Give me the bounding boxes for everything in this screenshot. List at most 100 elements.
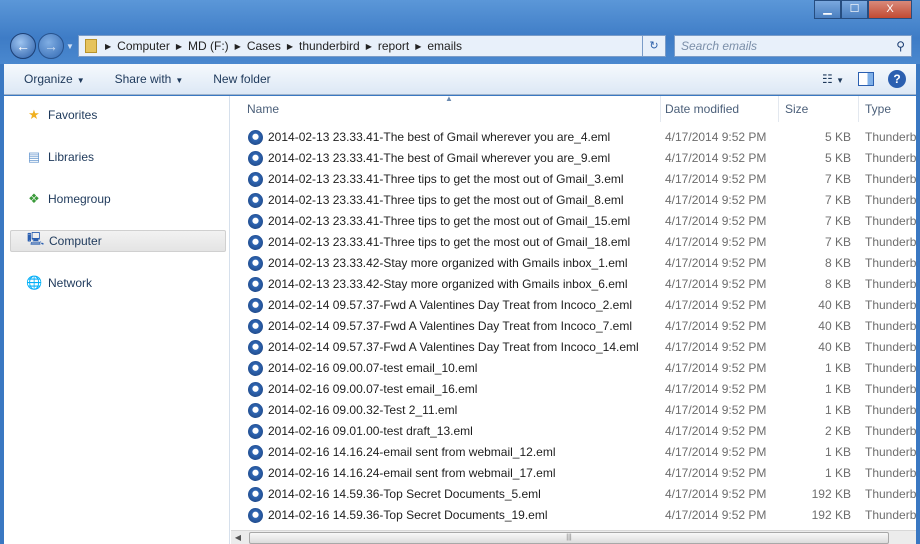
- breadcrumb-item[interactable]: Cases: [247, 39, 281, 53]
- help-icon[interactable]: ?: [888, 70, 906, 88]
- search-input[interactable]: Search emails ⚲: [674, 35, 912, 57]
- file-row[interactable]: 2014-02-13 23.33.42-Stay more organized …: [231, 253, 916, 274]
- organize-button[interactable]: Organize ▼: [24, 72, 85, 86]
- file-date-modified: 4/17/2014 9:52 PM: [665, 466, 767, 480]
- file-date-modified: 4/17/2014 9:52 PM: [665, 214, 767, 228]
- scrollbar-thumb[interactable]: |||: [249, 532, 889, 544]
- file-row[interactable]: 2014-02-13 23.33.41-Three tips to get th…: [231, 211, 916, 232]
- file-row[interactable]: 2014-02-13 23.33.41-Three tips to get th…: [231, 169, 916, 190]
- breadcrumb-item[interactable]: emails: [427, 39, 462, 53]
- file-list: ▲ Name Date modified Size Type 2014-02-1…: [231, 96, 916, 544]
- sidebar-item-libraries[interactable]: ▤ Libraries: [10, 146, 226, 168]
- file-type: Thunderbird: [865, 508, 916, 522]
- file-row[interactable]: 2014-02-16 09.00.07-test email_16.eml 4/1…: [231, 379, 916, 400]
- file-row[interactable]: 2014-02-13 23.33.41-The best of Gmail wh…: [231, 148, 916, 169]
- refresh-button[interactable]: ↻: [642, 35, 666, 57]
- file-name: 2014-02-13 23.33.41-The best of Gmail wh…: [268, 130, 611, 144]
- sidebar-item-label: Network: [48, 276, 93, 290]
- column-header-name[interactable]: Name: [241, 96, 661, 122]
- file-type: Thunderbird: [865, 319, 916, 333]
- breadcrumb-item[interactable]: Computer: [117, 39, 170, 53]
- column-headers: ▲ Name Date modified Size Type: [231, 96, 916, 122]
- file-date-modified: 4/17/2014 9:52 PM: [665, 277, 767, 291]
- breadcrumb-item[interactable]: MD (F:): [188, 39, 229, 53]
- file-row[interactable]: 2014-02-14 09.57.37-Fwd A Valentines Day…: [231, 337, 916, 358]
- share-with-button[interactable]: Share with ▼: [115, 72, 184, 86]
- file-row[interactable]: 2014-02-16 14.16.24-email sent from webm…: [231, 442, 916, 463]
- file-row[interactable]: 2014-02-13 23.33.42-Stay more organized …: [231, 274, 916, 295]
- sidebar-item-favorites[interactable]: ★ Favorites: [10, 104, 226, 126]
- breadcrumb-separator[interactable]: ▶: [235, 42, 241, 51]
- breadcrumb-item[interactable]: report: [378, 39, 409, 53]
- sidebar-item-homegroup[interactable]: ❖ Homegroup: [10, 188, 226, 210]
- breadcrumb-separator[interactable]: ▶: [366, 42, 372, 51]
- file-size: 40 KB: [818, 298, 851, 312]
- file-name: 2014-02-16 09.01.00-test draft_13.eml: [268, 424, 473, 438]
- file-name: 2014-02-13 23.33.41-The best of Gmail wh…: [268, 151, 611, 165]
- back-button[interactable]: ←: [10, 33, 36, 59]
- file-name: 2014-02-16 14.16.24-email sent from webm…: [268, 445, 556, 459]
- breadcrumb-separator[interactable]: ▶: [415, 42, 421, 51]
- file-name: 2014-02-16 14.16.24-email sent from webm…: [268, 466, 556, 480]
- breadcrumb-item[interactable]: thunderbird: [299, 39, 360, 53]
- horizontal-scrollbar[interactable]: ◀ |||: [231, 530, 916, 544]
- file-row[interactable]: 2014-02-16 09.00.07-test email_10.eml 4/1…: [231, 358, 916, 379]
- computer-icon: 🖳: [27, 231, 45, 246]
- file-size: 1 KB: [824, 382, 851, 396]
- thunderbird-file-icon: [248, 151, 263, 166]
- view-options-icon[interactable]: ☷ ▼: [822, 72, 844, 86]
- sidebar-item-network[interactable]: 🌐 Network: [10, 272, 226, 294]
- file-size: 1 KB: [824, 403, 851, 417]
- close-button[interactable]: X: [868, 0, 912, 19]
- file-date-modified: 4/17/2014 9:52 PM: [665, 151, 767, 165]
- column-header-type[interactable]: Type: [859, 96, 916, 122]
- breadcrumb-separator[interactable]: ▶: [287, 42, 293, 51]
- file-date-modified: 4/17/2014 9:52 PM: [665, 319, 767, 333]
- scroll-left-button[interactable]: ◀: [231, 531, 245, 544]
- file-row[interactable]: 2014-02-14 09.57.37-Fwd A Valentines Day…: [231, 316, 916, 337]
- minimize-button[interactable]: ▁: [814, 0, 841, 19]
- thunderbird-file-icon: [248, 319, 263, 334]
- file-row[interactable]: 2014-02-16 09.01.00-test draft_13.eml 4/1…: [231, 421, 916, 442]
- file-type: Thunderbird: [865, 382, 916, 396]
- file-date-modified: 4/17/2014 9:52 PM: [665, 445, 767, 459]
- thunderbird-file-icon: [248, 298, 263, 313]
- file-type: Thunderbird: [865, 424, 916, 438]
- file-type: Thunderbird: [865, 214, 916, 228]
- file-row[interactable]: 2014-02-13 23.33.41-The best of Gmail wh…: [231, 127, 916, 148]
- file-date-modified: 4/17/2014 9:52 PM: [665, 235, 767, 249]
- command-bar: Organize ▼ Share with ▼ New folder ☷ ▼ ?: [4, 64, 916, 95]
- file-row[interactable]: 2014-02-16 09.00.32-Test 2_11.eml 4/17/20…: [231, 400, 916, 421]
- file-row[interactable]: 2014-02-14 09.57.37-Fwd A Valentines Day…: [231, 295, 916, 316]
- file-row[interactable]: 2014-02-16 14.16.24-email sent from webm…: [231, 463, 916, 484]
- file-name: 2014-02-14 09.57.37-Fwd A Valentines Day…: [268, 319, 632, 333]
- preview-pane-icon[interactable]: [858, 72, 874, 86]
- thunderbird-file-icon: [248, 508, 263, 523]
- new-folder-button[interactable]: New folder: [213, 72, 270, 86]
- address-bar[interactable]: ▶ Computer ▶ MD (F:) ▶ Cases ▶ thunderbird ▶ repo…: [78, 35, 666, 57]
- file-type: Thunderbird: [865, 361, 916, 375]
- column-header-date-modified[interactable]: Date modified: [659, 96, 779, 122]
- breadcrumb-separator[interactable]: ▶: [176, 42, 182, 51]
- file-size: 7 KB: [824, 172, 851, 186]
- file-row[interactable]: 2014-02-16 14.59.36-Top Secret Documents…: [231, 484, 916, 505]
- breadcrumb-separator[interactable]: ▶: [105, 42, 111, 51]
- thunderbird-file-icon: [248, 382, 263, 397]
- file-date-modified: 4/17/2014 9:52 PM: [665, 508, 767, 522]
- file-type: Thunderbird: [865, 172, 916, 186]
- file-row[interactable]: 2014-02-16 14.59.36-Top Secret Documents…: [231, 505, 916, 526]
- file-type: Thunderbird: [865, 256, 916, 270]
- file-row[interactable]: 2014-02-13 23.33.41-Three tips to get th…: [231, 232, 916, 253]
- sidebar-item-computer[interactable]: 🖳 Computer: [10, 230, 226, 252]
- column-header-size[interactable]: Size: [779, 96, 859, 122]
- file-type: Thunderbird: [865, 193, 916, 207]
- file-date-modified: 4/17/2014 9:52 PM: [665, 130, 767, 144]
- file-type: Thunderbird: [865, 340, 916, 354]
- maximize-button[interactable]: ☐: [841, 0, 868, 19]
- file-row[interactable]: 2014-02-13 23.33.41-Three tips to get th…: [231, 190, 916, 211]
- forward-button[interactable]: →: [38, 33, 64, 59]
- recent-pages-dropdown[interactable]: ▼: [66, 42, 74, 51]
- file-name: 2014-02-13 23.33.42-Stay more organized …: [268, 277, 628, 291]
- file-size: 1 KB: [824, 466, 851, 480]
- thunderbird-file-icon: [248, 214, 263, 229]
